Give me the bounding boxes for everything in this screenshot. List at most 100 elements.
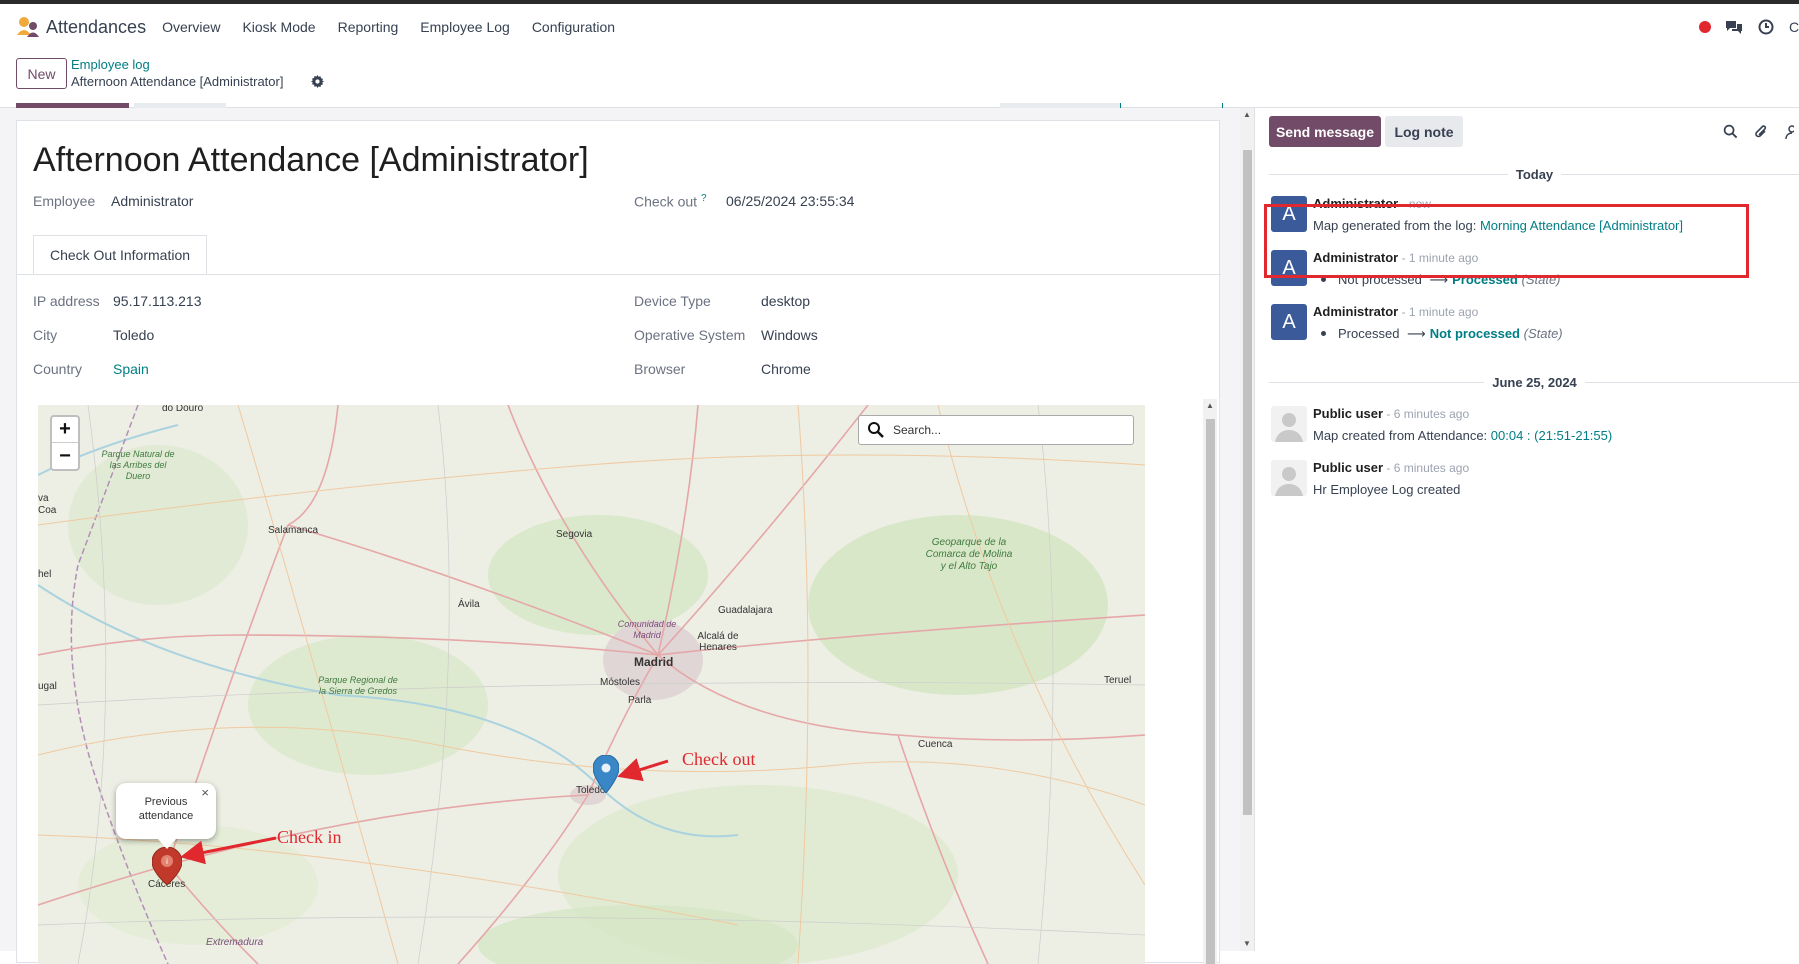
message-body: Hr Employee Log created <box>1313 482 1461 497</box>
old-value: Processed <box>1338 326 1400 341</box>
menu-kiosk-mode[interactable]: Kiosk Mode <box>242 19 315 35</box>
chatter-toolbar <box>1723 124 1796 143</box>
map-zoom-control: + − <box>50 415 80 471</box>
record-title: Afternoon Attendance [Administrator] <box>33 141 589 179</box>
record-link[interactable]: 00:04 : (21:51-21:55) <box>1491 428 1612 443</box>
employee-value[interactable]: Administrator <box>111 193 193 209</box>
menu-configuration[interactable]: Configuration <box>532 19 615 35</box>
country-link[interactable]: Spain <box>113 361 149 377</box>
scroll-down-icon[interactable]: ▼ <box>1240 937 1254 951</box>
map-label: Cuenca <box>918 739 953 750</box>
search-icon <box>867 421 885 439</box>
map-label: Alcalá de Henares <box>697 631 739 653</box>
map-label: Teruel <box>1104 675 1132 686</box>
map-label: ugal <box>38 681 57 692</box>
public-user-avatar[interactable] <box>1271 406 1307 442</box>
new-button[interactable]: New <box>16 58 67 89</box>
author-name[interactable]: Administrator <box>1313 304 1398 319</box>
menu-employee-log[interactable]: Employee Log <box>420 19 510 35</box>
main-navbar: Attendances Overview Kiosk Mode Reportin… <box>0 4 1799 50</box>
send-message-button[interactable]: Send message <box>1269 116 1381 147</box>
zoom-out-button[interactable]: − <box>52 443 78 469</box>
search-icon[interactable] <box>1723 124 1738 143</box>
map-scrollbar[interactable]: ▲ <box>1203 399 1217 964</box>
messaging-icon[interactable] <box>1725 18 1743 36</box>
scroll-up-icon[interactable]: ▲ <box>1203 399 1217 413</box>
date-separator-june-25: June 25, 2024 <box>1269 372 1799 392</box>
tab-check-out-information[interactable]: Check Out Information <box>33 235 207 275</box>
separator-line <box>1269 173 1508 175</box>
map-search-placeholder: Search... <box>893 423 942 437</box>
device-type-value[interactable]: desktop <box>761 293 810 309</box>
map-label: Salamanca <box>268 525 319 536</box>
map-label: Guadalajara <box>718 605 773 616</box>
annotation-check-in: Check in <box>277 827 342 847</box>
breadcrumb-parent[interactable]: Employee log <box>71 57 150 72</box>
form-view: Afternoon Attendance [Administrator] Emp… <box>0 108 1240 964</box>
form-sheet: Afternoon Attendance [Administrator] Emp… <box>16 120 1221 964</box>
app-name[interactable]: Attendances <box>46 17 146 38</box>
city-label: City <box>33 327 58 343</box>
checkout-value[interactable]: 06/25/2024 23:55:34 <box>726 193 854 209</box>
arrow-right-icon: ⟶ <box>1407 326 1426 341</box>
author-name[interactable]: Public user <box>1313 406 1383 421</box>
attendance-map[interactable]: do Douro Parque Natural de las Arribes d… <box>38 405 1145 964</box>
map-label: Ávila <box>458 599 480 610</box>
menu-reporting[interactable]: Reporting <box>338 19 399 35</box>
message-author: Administrator - 1 minute ago <box>1313 304 1478 319</box>
user-menu-truncated[interactable]: C <box>1789 19 1799 35</box>
map-label: Comunidad de Madrid <box>617 619 677 640</box>
attendances-app-icon[interactable] <box>14 13 42 41</box>
browser-label: Browser <box>634 361 686 377</box>
date-separator-today: Today <box>1269 164 1799 184</box>
previous-attendance-popup: × Previous attendance <box>116 783 216 849</box>
ip-value[interactable]: 95.17.113.213 <box>113 293 202 309</box>
map-search-box[interactable]: Search... <box>858 415 1134 445</box>
highlight-annotation-box <box>1264 204 1749 278</box>
control-panel: New Employee log Afternoon Attendance [A… <box>0 50 1799 108</box>
map-label: va <box>38 493 49 504</box>
browser-value[interactable]: Chrome <box>761 361 811 377</box>
popup-line: attendance <box>138 810 194 822</box>
form-scrollbar-thumb[interactable] <box>1243 150 1252 815</box>
avatar[interactable]: A <box>1271 304 1307 340</box>
date-label: Today <box>1515 166 1554 182</box>
tracked-field: (State) <box>1523 326 1563 341</box>
map-label: Parque Natural de las Arribes del Duero <box>101 449 175 481</box>
author-name[interactable]: Public user <box>1313 460 1383 475</box>
checkout-map-marker-icon[interactable] <box>592 754 620 796</box>
os-value[interactable]: Windows <box>761 327 818 343</box>
form-scrollbar[interactable]: ▲ ▼ <box>1240 108 1254 951</box>
svg-text:i: i <box>166 857 168 866</box>
bullet <box>1321 331 1326 336</box>
map-label: hel <box>38 569 52 580</box>
paperclip-icon[interactable] <box>1754 124 1768 143</box>
navbar-systray: C <box>1699 4 1799 50</box>
zoom-in-button[interactable]: + <box>52 417 78 443</box>
menu-overview[interactable]: Overview <box>162 19 220 35</box>
help-tooltip-icon[interactable]: ? <box>701 193 707 204</box>
map-scrollbar-thumb[interactable] <box>1206 419 1215 964</box>
gear-icon[interactable] <box>311 75 324 91</box>
message-time: - 6 minutes ago <box>1383 461 1470 475</box>
device-type-label: Device Type <box>634 293 711 309</box>
map-label: Móstoles <box>600 677 641 688</box>
popup-close-icon[interactable]: × <box>201 786 209 800</box>
employee-label: Employee <box>33 193 96 209</box>
city-value[interactable]: Toledo <box>113 327 154 343</box>
activity-clock-icon[interactable] <box>1757 18 1775 36</box>
recording-indicator-icon[interactable] <box>1699 21 1711 33</box>
log-note-button[interactable]: Log note <box>1385 116 1463 147</box>
public-user-avatar[interactable] <box>1271 460 1307 496</box>
map-label: Parla <box>628 695 652 706</box>
checkin-map-marker-icon[interactable]: i <box>151 846 183 888</box>
message-time: - 6 minutes ago <box>1383 407 1470 421</box>
map-place-labels: do Douro Parque Natural de las Arribes d… <box>38 405 1145 964</box>
message-author: Public user - 6 minutes ago <box>1313 460 1469 475</box>
map-label: do Douro <box>162 405 204 414</box>
tracking-change: Processed ⟶ Not processed (State) <box>1313 326 1563 342</box>
map-label: Geoparque de la Comarca de Molina y el A… <box>925 537 1013 572</box>
map-label: Parque Regional de la Sierra de Gredos <box>318 675 398 696</box>
scroll-up-icon[interactable]: ▲ <box>1240 108 1254 122</box>
followers-icon[interactable] <box>1784 124 1796 143</box>
